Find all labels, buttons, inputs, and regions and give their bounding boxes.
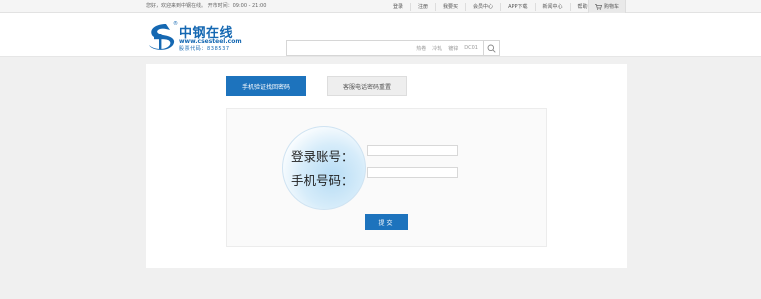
search-hints: 热卷 冷轧 镀锌 DC01 (416, 45, 478, 52)
member-center-link[interactable]: 会员中心 (465, 2, 500, 11)
stock-code: 股票代码：838537 (179, 46, 230, 52)
buy-link[interactable]: 我要买 (435, 2, 465, 11)
login-link[interactable]: 登录 (386, 3, 410, 11)
welcome-text: 您好，欢迎来到中钢在线。 开市时间：09:00 - 21:00 (146, 3, 267, 9)
submit-button[interactable]: 提交 (365, 214, 408, 230)
decorative-circle (282, 126, 366, 210)
search-button[interactable] (483, 41, 499, 55)
cart-icon (594, 3, 602, 10)
search-icon (487, 44, 496, 53)
header: ® 中钢在线 www.csesteel.com 股票代码：838537 热卷 冷… (0, 13, 761, 57)
cart-button[interactable]: 购物车 (588, 0, 626, 13)
tab-service-reset[interactable]: 客服电话密码重置 (327, 76, 407, 96)
search-hint[interactable]: 冷轧 (432, 45, 442, 52)
app-download-link[interactable]: APP下载 (500, 2, 534, 11)
news-center-link[interactable]: 新闻中心 (534, 2, 570, 11)
site-logo[interactable]: ® 中钢在线 www.csesteel.com 股票代码：838537 (146, 21, 246, 53)
search-hint[interactable]: DC01 (464, 45, 478, 52)
account-input[interactable] (367, 145, 458, 156)
search-hint[interactable]: 热卷 (416, 45, 426, 52)
top-bar: 您好，欢迎来到中钢在线。 开市时间：09:00 - 21:00 登录 注册 我要… (0, 0, 761, 13)
phone-label: 手机号码： (291, 173, 354, 188)
tab-phone-verify[interactable]: 手机验证找回密码 (226, 76, 306, 96)
recovery-form: 登录账号： 手机号码： 提交 (226, 108, 547, 247)
main-panel: 手机验证找回密码 客服电话密码重置 登录账号： 手机号码： 提交 (146, 64, 627, 268)
logo-url: www.csesteel.com (179, 38, 242, 45)
search-hint[interactable]: 镀锌 (448, 45, 458, 52)
top-links: 登录 注册 我要买 会员中心 APP下载 新闻中心 帮助中心 (386, 0, 605, 13)
register-link[interactable]: 注册 (410, 2, 435, 11)
cart-label: 购物车 (603, 4, 619, 10)
account-label: 登录账号： (291, 149, 354, 164)
search-box: 热卷 冷轧 镀锌 DC01 (286, 40, 500, 56)
phone-input[interactable] (367, 167, 458, 178)
registered-mark: ® (173, 21, 178, 27)
